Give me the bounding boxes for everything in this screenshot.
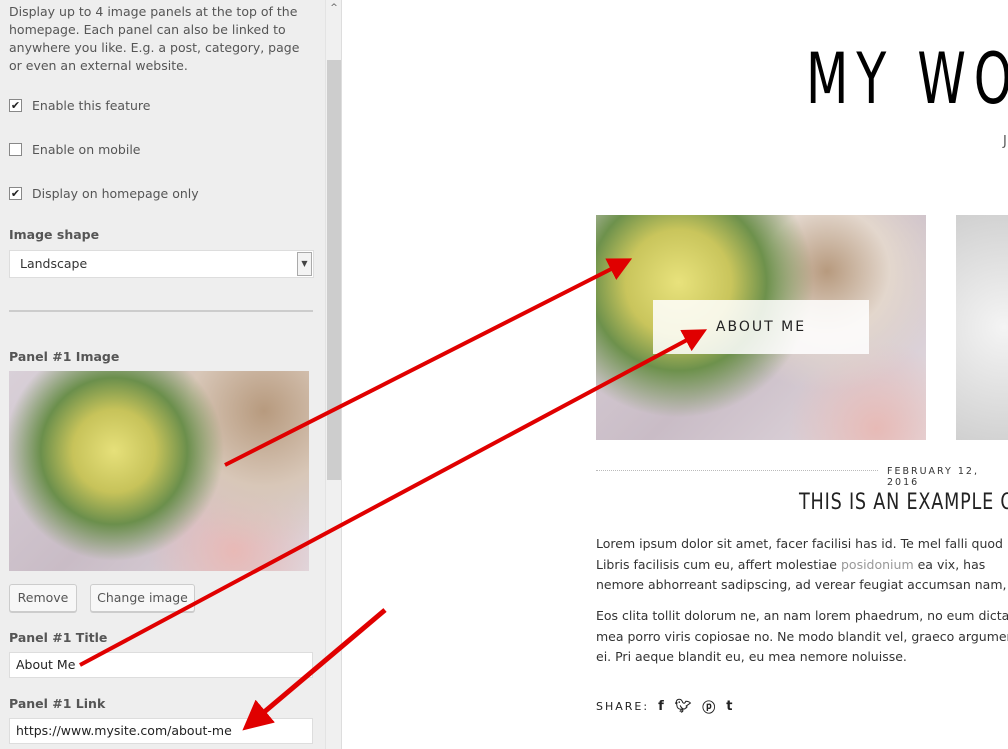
chevron-down-icon[interactable]: ▼ xyxy=(297,252,312,276)
checkbox-label: Display on homepage only xyxy=(32,186,199,201)
text-line: Lorem ipsum dolor sit amet, facer facili… xyxy=(596,536,1003,551)
post-paragraph-1: Lorem ipsum dolor sit amet, facer facili… xyxy=(596,534,1008,596)
enable-mobile-checkbox[interactable]: Enable on mobile xyxy=(9,142,141,157)
post-paragraph-2: Eos clita tollit dolorum ne, an nam lore… xyxy=(596,606,1008,668)
checkbox-label: Enable on mobile xyxy=(32,142,141,157)
customizer-panel: Display up to 4 image panels at the top … xyxy=(0,0,325,749)
checkbox[interactable] xyxy=(9,143,22,156)
panel-link-label: Panel #1 Link xyxy=(9,696,106,711)
text-line: nemore abhorreant sadipscing, ad verear … xyxy=(596,577,1007,592)
text-line: Libris facilisis cum eu, affert molestia… xyxy=(596,555,1008,576)
scrollbar[interactable]: ^ xyxy=(325,0,342,749)
share-bar: SHARE: f 🐦︎ ⓟ t xyxy=(596,697,734,716)
promo-panel-caption[interactable]: ABOUT ME xyxy=(653,300,869,354)
panel-title-input[interactable]: About Me xyxy=(9,652,313,678)
post-date: FEBRUARY 12, 2016 xyxy=(887,466,979,488)
panel-image-preview xyxy=(9,371,309,571)
share-label: SHARE: xyxy=(596,700,650,713)
pinterest-icon[interactable]: ⓟ xyxy=(702,697,717,716)
text-line: mea porro viris copiosae no. Ne modo bla… xyxy=(596,628,1008,644)
tumblr-icon[interactable]: t xyxy=(726,699,734,714)
checkbox[interactable]: ✔ xyxy=(9,99,22,112)
chevron-up-icon[interactable]: ^ xyxy=(326,0,342,16)
site-title[interactable]: MY WO xyxy=(806,38,1008,120)
divider xyxy=(596,470,878,471)
divider xyxy=(9,310,313,312)
section-description: Display up to 4 image panels at the top … xyxy=(9,4,300,73)
image-shape-label: Image shape xyxy=(9,227,100,242)
promo-panel-image-2[interactable] xyxy=(956,215,1008,440)
post-title[interactable]: THIS IS AN EXAMPLE OF xyxy=(799,490,1008,515)
facebook-icon[interactable]: f xyxy=(658,699,666,714)
text: Libris facilisis cum eu, affert molestia… xyxy=(596,556,841,572)
image-shape-select[interactable]: Landscape ▼ xyxy=(9,250,314,278)
twitter-icon[interactable]: 🐦︎ xyxy=(675,699,694,714)
panel-title-label: Panel #1 Title xyxy=(9,630,108,645)
site-tagline: J xyxy=(1003,134,1007,149)
posidonium-link[interactable]: posidonium xyxy=(841,557,914,572)
checkbox-label: Enable this feature xyxy=(32,98,151,113)
homepage-only-checkbox[interactable]: ✔ Display on homepage only xyxy=(9,186,199,201)
remove-button[interactable]: Remove xyxy=(9,584,77,612)
text-line: ei. Pri aeque blandit eu, eu mea nemore … xyxy=(596,649,907,664)
text: ea vix, has xyxy=(913,556,986,572)
scrollbar-thumb[interactable] xyxy=(327,60,341,480)
checkbox[interactable]: ✔ xyxy=(9,187,22,200)
panel-link-input[interactable]: https://www.mysite.com/about-me xyxy=(9,718,313,744)
select-value: Landscape xyxy=(20,256,88,271)
panel-image-label: Panel #1 Image xyxy=(9,349,120,364)
text-line: Eos clita tollit dolorum ne, an nam lore… xyxy=(596,608,1008,623)
enable-feature-checkbox[interactable]: ✔ Enable this feature xyxy=(9,98,150,113)
change-image-button[interactable]: Change image xyxy=(90,584,195,612)
